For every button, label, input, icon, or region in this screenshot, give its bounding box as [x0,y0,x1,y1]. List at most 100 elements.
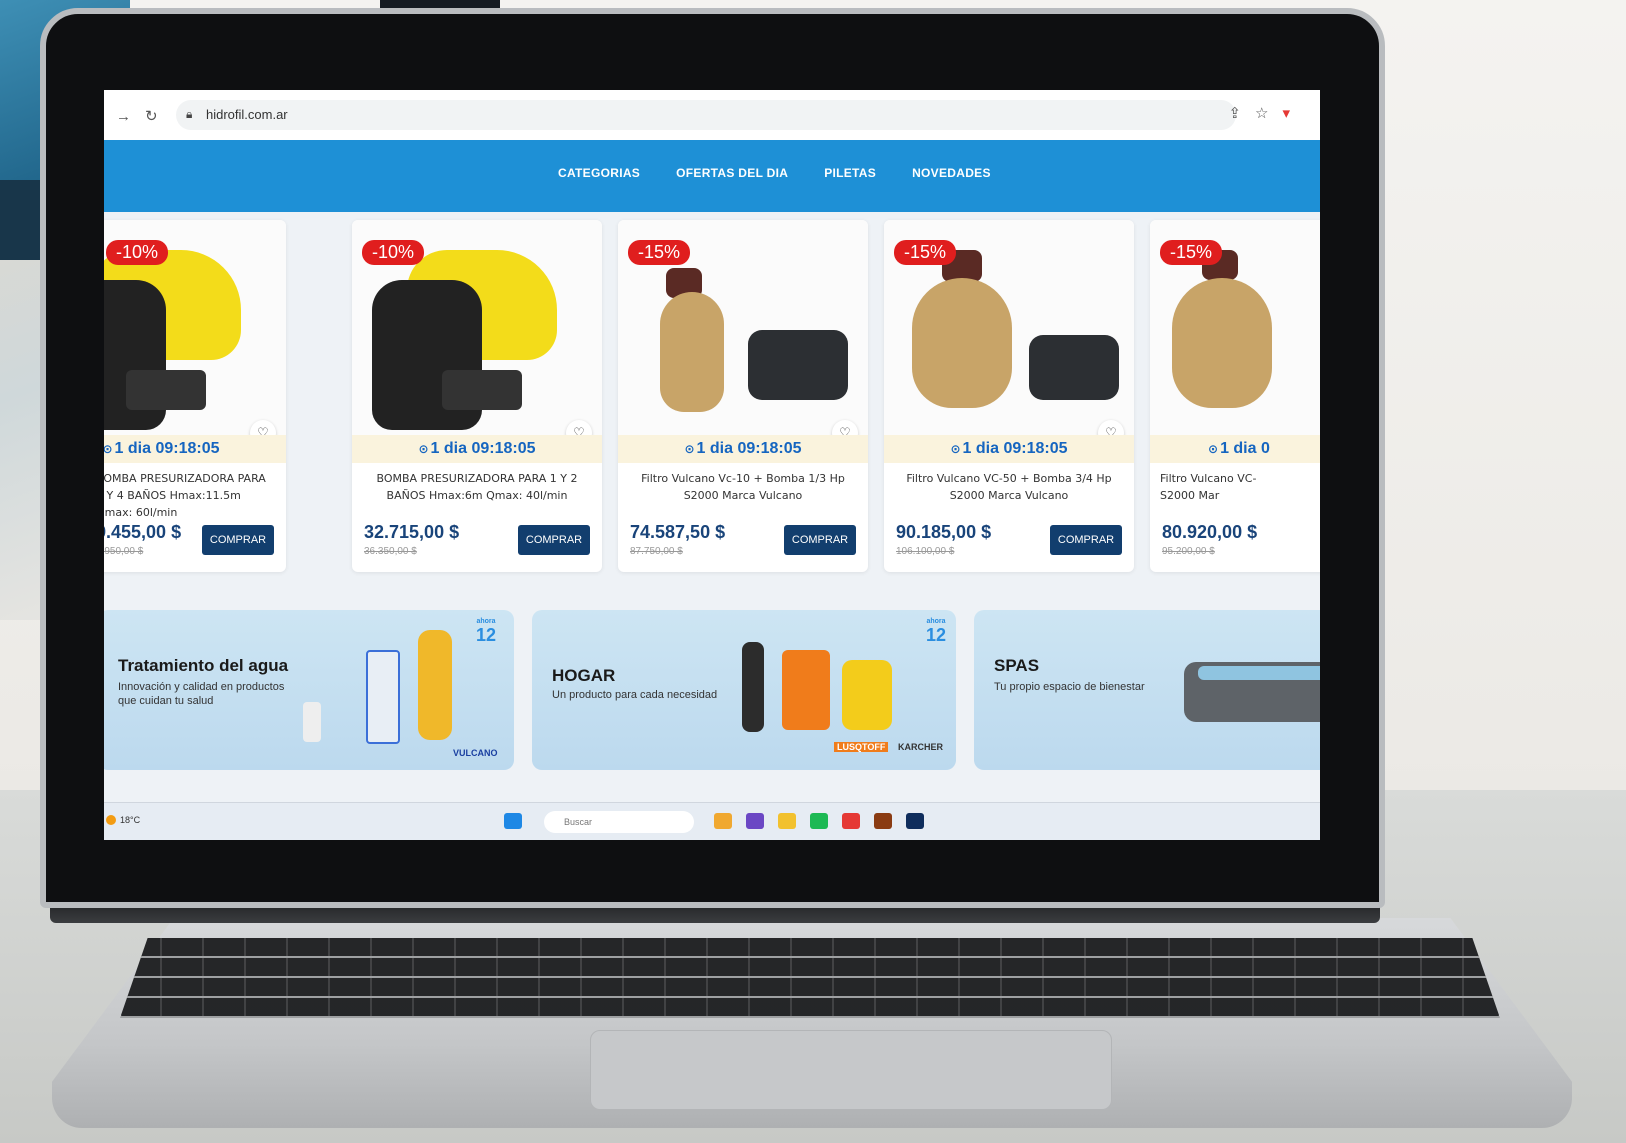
folder-icon[interactable] [778,813,796,829]
timer-time: 09:18:05 [471,440,536,457]
laptop-screen: →↻ 🔒︎ hidrofil.com.ar ⇪☆▾ CATEGORIAS OFE… [104,90,1320,840]
extension-icon[interactable]: ▾ [1282,105,1304,122]
nav-novedades[interactable]: NOVEDADES [912,166,991,180]
product-price: 80.920,00 $ [1162,522,1258,542]
countdown-timer: ⊙ 1 dia 09:18:05 [104,435,286,463]
trackpad [590,1030,1112,1110]
back-icon[interactable]: → [116,108,145,125]
app-icon[interactable] [714,813,732,829]
browser-actions: ⇪☆▾ [1228,104,1304,122]
nav-piletas[interactable]: PILETAS [824,166,876,180]
buy-button[interactable]: COMPRAR [784,525,856,555]
banner-title: SPAS [994,656,1040,675]
site-navigation: CATEGORIAS OFERTAS DEL DIA PILETAS NOVED… [104,140,1320,212]
browser-nav: →↻ [116,107,172,125]
product-card[interactable]: -15% ⊙ 1 dia 0 Filtro Vulcano VC- S2000 M… [1150,220,1320,572]
product-old-price: 36.350,00 $ [364,546,417,557]
banner-subtitle: Tu propio espacio de bienestar [994,681,1145,693]
timer-time: 09:18:05 [1003,440,1068,457]
url-text: hidrofil.com.ar [206,107,288,122]
product-carousel: -10% ♡ ⊙ 1 dia 09:18:05 BOMBA PRESURIZADO… [104,220,1320,590]
timer-time: 09:18:05 [155,440,220,457]
product-price: 74.587,50 $ [630,522,726,542]
windows-icon[interactable] [504,813,522,829]
timer-day: 1 dia [114,440,152,457]
product-price: 32.715,00 $ [364,522,460,542]
clock-icon: ⊙ [1208,442,1219,456]
star-icon[interactable]: ☆ [1255,105,1282,122]
timer-time: 0 [1260,440,1270,457]
banner-hogar[interactable]: HOGAR Un producto para cada necesidad ah… [532,610,956,770]
banner-subtitle: Innovación y calidad en productos que cu… [118,681,285,707]
countdown-timer: ⊙ 1 dia 09:18:05 [352,435,602,463]
taskbar-search[interactable]: Buscar [544,811,694,833]
product-card[interactable]: -10% ♡ ⊙ 1 dia 09:18:05 BOMBA PRESURIZADO… [104,220,286,572]
product-old-price: 87.750,00 $ [630,546,683,557]
os-taskbar: 18°C Buscar [104,802,1320,840]
product-name[interactable]: BOMBA PRESURIZADORA PARA 1 Y 2 BAÑOS Hma… [362,470,592,504]
weather-temp: 18°C [120,815,141,825]
timer-time: 09:18:05 [737,440,802,457]
product-old-price: 95.200,00 $ [1162,546,1215,557]
brand-logo: VULCANO [453,748,498,758]
product-card[interactable]: -15% ♡ ⊙ 1 dia 09:18:05 Filtro Vulcano Vc… [618,220,868,572]
discount-badge: -10% [106,240,169,265]
discount-badge: -15% [628,240,691,265]
banner-title: HOGAR [552,666,616,685]
product-price: 9.455,00 $ [104,522,182,542]
illustrator-icon[interactable] [874,813,892,829]
badge-number: 12 [925,625,947,645]
timer-day: 1 dia [430,440,468,457]
taskbar-pinned [714,813,924,829]
chrome-icon[interactable] [842,813,860,829]
cuotas-badge: ahora 12 [924,618,948,658]
product-name[interactable]: BOMBA PRESURIZADORA PARA 3 Y 4 BAÑOS Hma… [104,470,276,521]
countdown-timer: ⊙ 1 dia 09:18:05 [618,435,868,463]
badge-top: ahora [926,618,946,625]
countdown-timer: ⊙ 1 dia 09:18:05 [884,435,1134,463]
timer-day: 1 dia [696,440,734,457]
timer-day: 1 dia [962,440,1000,457]
nav-ofertas-del-dia[interactable]: OFERTAS DEL DIA [676,166,788,180]
buy-button[interactable]: COMPRAR [202,525,274,555]
keyboard-rows [120,938,1500,1018]
brand-logo: LUSQTOFF [834,742,889,752]
banner-tratamiento-agua[interactable]: Tratamiento del agua Innovación y calida… [104,610,514,770]
product-name[interactable]: Filtro Vulcano VC-50 + Bomba 3/4 Hp S200… [894,470,1124,504]
badge-top: ahora [476,618,496,625]
photoshop-icon[interactable] [906,813,924,829]
spotify-icon[interactable] [810,813,828,829]
clock-icon: ⊙ [104,442,113,456]
timer-day: 1 dia [1220,440,1257,457]
address-bar[interactable]: 🔒︎ hidrofil.com.ar [176,100,1236,130]
countdown-timer: ⊙ 1 dia 0 [1150,435,1320,463]
reload-icon[interactable]: ↻ [145,108,172,125]
browser-toolbar: →↻ 🔒︎ hidrofil.com.ar ⇪☆▾ [104,90,1320,141]
banner-spas[interactable]: SPAS Tu propio espacio de bienestar [974,610,1320,770]
badge-number: 12 [475,625,497,645]
buy-button[interactable]: COMPRAR [518,525,590,555]
brand-logo: KARCHER [898,742,943,752]
product-name[interactable]: Filtro Vulcano VC- S2000 Mar [1160,470,1290,504]
discount-badge: -10% [362,240,425,265]
product-card[interactable]: -15% ♡ ⊙ 1 dia 09:18:05 Filtro Vulcano VC… [884,220,1134,572]
cuotas-badge: ahora 12 [474,618,498,658]
lock-icon: 🔒︎ [186,107,193,121]
buy-button[interactable]: COMPRAR [1050,525,1122,555]
product-name[interactable]: Filtro Vulcano Vc-10 + Bomba 1/3 Hp S200… [628,470,858,504]
discount-badge: -15% [894,240,957,265]
banner-subtitle: Un producto para cada necesidad [552,689,718,701]
clock-icon: ⊙ [950,442,961,456]
product-price: 90.185,00 $ [896,522,992,542]
clock-icon: ⊙ [418,442,429,456]
taskbar-apps [504,813,522,829]
share-icon[interactable]: ⇪ [1228,105,1255,122]
clock-icon: ⊙ [684,442,695,456]
nav-categorias[interactable]: CATEGORIAS [558,166,640,180]
product-card[interactable]: -10% ♡ ⊙ 1 dia 09:18:05 BOMBA PRESURIZADO… [352,220,602,572]
weather-icon [106,815,116,825]
discount-badge: -15% [1160,240,1223,265]
app-icon[interactable] [746,813,764,829]
banner-title: Tratamiento del agua [118,656,289,675]
product-old-price: 4.950,00 $ [104,546,144,557]
